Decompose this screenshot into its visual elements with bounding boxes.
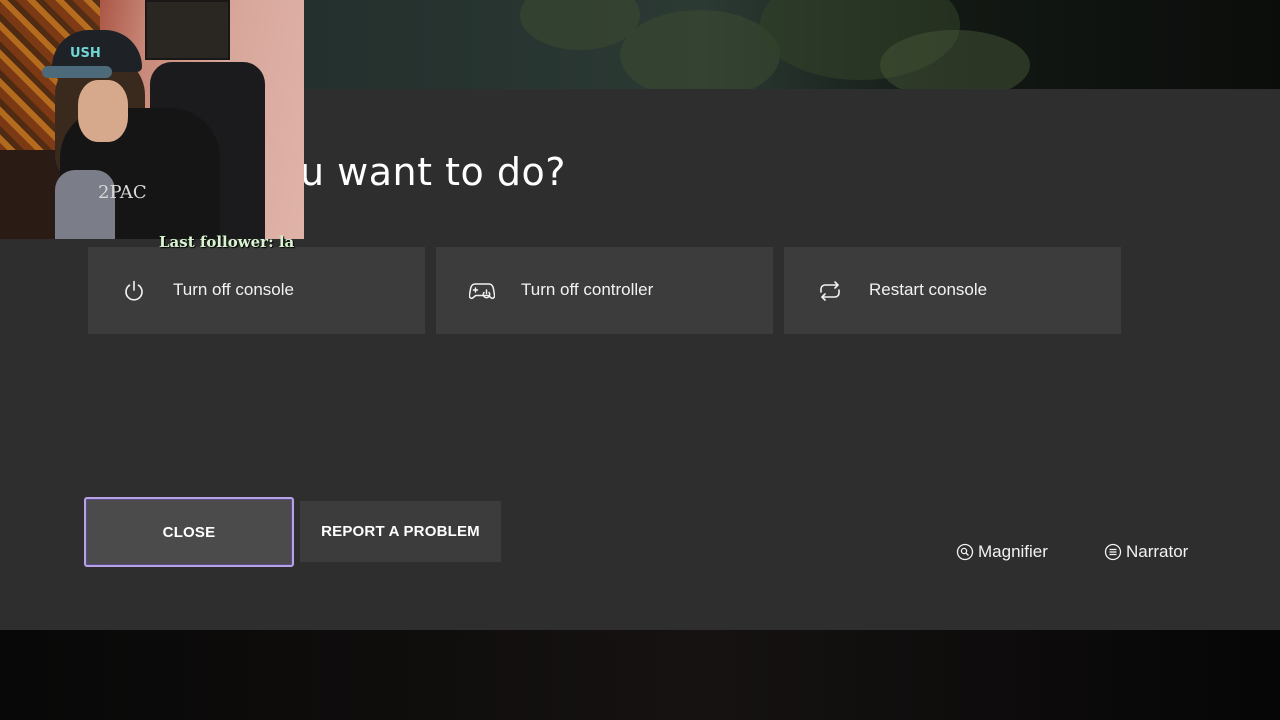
turn-off-controller-label: Turn off controller [521, 280, 654, 299]
narrator-icon [1104, 543, 1122, 561]
magnifier-label: Magnifier [978, 542, 1048, 561]
restart-icon [817, 278, 843, 304]
magnifier-icon [956, 543, 974, 561]
restart-console-label: Restart console [869, 280, 988, 299]
last-follower-text: Last follower: la [159, 233, 295, 251]
background-scene-bottom [0, 630, 1280, 720]
narrator-button[interactable]: Narrator [1104, 541, 1188, 563]
webcam-overlay: USH 2PAC [0, 0, 304, 239]
webcam-person-face [78, 80, 128, 142]
webcam-cap-logo: USH [70, 46, 101, 61]
controller-icon [469, 278, 495, 304]
power-icon [121, 278, 147, 304]
webcam-poster [145, 0, 230, 60]
close-button[interactable]: CLOSE [84, 497, 294, 567]
turn-off-controller-button[interactable]: Turn off controller [436, 247, 773, 334]
turn-off-console-button[interactable]: Turn off console [88, 247, 425, 334]
dialog-title: u want to do? [300, 150, 566, 194]
magnifier-button[interactable]: Magnifier [956, 541, 1048, 563]
webcam-shirt-logo: 2PAC [98, 182, 147, 203]
restart-console-button[interactable]: Restart console [784, 247, 1121, 334]
webcam-cap-brim [42, 66, 112, 78]
report-problem-button[interactable]: REPORT A PROBLEM [300, 501, 501, 562]
webcam-person-sleeve [55, 170, 115, 239]
turn-off-console-label: Turn off console [173, 280, 294, 299]
narrator-label: Narrator [1126, 542, 1189, 561]
